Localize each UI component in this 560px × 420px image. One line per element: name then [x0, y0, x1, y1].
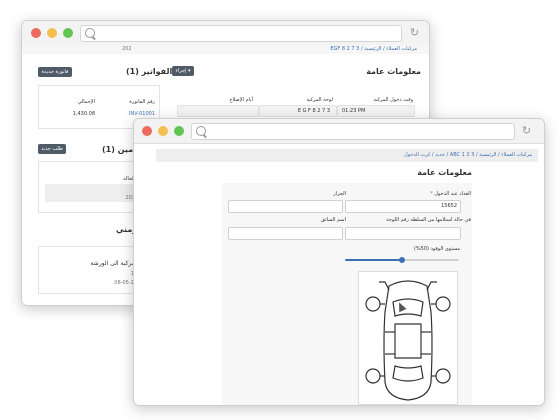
driver-label: اسم السائق [321, 217, 346, 223]
plate-received-label: في حالة استلامها من السلطة رقم اللوحة [386, 217, 471, 223]
required-mark: * [430, 191, 433, 197]
car-diagram-svg [365, 280, 451, 401]
col-invoice-number: رقم الفاتورة [129, 99, 155, 105]
minimize-window-button[interactable] [158, 126, 168, 136]
zoom-window-button[interactable] [63, 28, 73, 38]
parts-input[interactable] [228, 200, 343, 213]
plate-received-input[interactable] [345, 227, 461, 240]
fuel-slider-fill [345, 259, 402, 261]
back-breadcrumb-bar: EGF 8 2 7 3 / مركبات العملاء / الرئيسية … [22, 45, 429, 54]
reload-icon[interactable]: ↻ [521, 125, 532, 136]
repair-days-field [177, 105, 259, 117]
col-plate: لوحة المركبة [306, 97, 333, 103]
form-title: معلومات عامة [417, 168, 472, 177]
driver-input[interactable] [228, 227, 343, 240]
invoice-number-link[interactable]: INV-01001 [129, 111, 155, 117]
invoice-total-value: 1,430.08 [72, 111, 95, 117]
fuel-slider[interactable] [345, 257, 459, 263]
car-diagram-icon[interactable] [358, 271, 458, 405]
new-invoice-button[interactable]: فاتورة جديدة [38, 67, 72, 77]
general-info-title: معلومات عامة [366, 67, 421, 76]
page-date: 202 [122, 46, 132, 52]
invoices-title: الفواتير (1) [126, 67, 173, 76]
insurance-row: 202 [45, 184, 137, 202]
breadcrumb[interactable]: EGF 8 2 7 3 / مركبات العملاء / الرئيسية [330, 46, 417, 52]
plate-value: E G F 8 2 7 3 [297, 108, 330, 114]
timeline-entry-text: لمركبة الى الورشة [90, 260, 137, 267]
search-icon [85, 28, 95, 38]
col-repair-days: أيام الإصلاح [229, 97, 253, 103]
odometer-label: العداد عند الدخول * [430, 191, 471, 197]
entry-time-field: 01:23 PM [337, 105, 415, 117]
front-window-titlebar: ↻ [134, 119, 544, 144]
minimize-window-button[interactable] [47, 28, 57, 38]
breadcrumb[interactable]: جديد / كرت الدخول / ABC 1 2 3 / مركبات ا… [404, 152, 532, 158]
back-window-titlebar: ↻ [22, 21, 429, 46]
col-entry-time: وقت دخول المركبة [373, 97, 413, 103]
front-browser-window: ↻ جديد / كرت الدخول / ABC 1 2 3 / مركبات… [133, 118, 545, 406]
odometer-label-text: العداد عند الدخول [434, 191, 471, 197]
new-request-button[interactable]: طلب جديد [38, 144, 66, 154]
back-address-bar[interactable] [80, 25, 402, 42]
actions-dropdown-button[interactable]: إجراء ▾ [172, 66, 194, 76]
reload-icon[interactable]: ↻ [409, 27, 420, 38]
front-address-bar[interactable] [191, 123, 515, 140]
plate-field: E G F 8 2 7 3 [259, 105, 337, 117]
timeline-card: لمركبة الى الورشة 13 08-05-20 [38, 246, 140, 294]
zoom-window-button[interactable] [174, 126, 184, 136]
insurance-card: الحالة 202 [38, 161, 140, 213]
odometer-value: 15652 [441, 203, 457, 209]
col-invoice-total: الإجمالي [77, 99, 95, 105]
fuel-slider-thumb[interactable] [399, 257, 405, 263]
search-icon [196, 126, 206, 136]
fuel-label: مستوى الوقود (50%) [413, 246, 460, 252]
parts-label: الجزاز [333, 191, 346, 197]
entry-time-value: 01:23 PM [342, 108, 366, 114]
odometer-input[interactable]: 15652 [345, 200, 461, 213]
close-window-button[interactable] [31, 28, 41, 38]
close-window-button[interactable] [142, 126, 152, 136]
front-breadcrumb-bar: جديد / كرت الدخول / ABC 1 2 3 / مركبات ا… [156, 149, 538, 162]
